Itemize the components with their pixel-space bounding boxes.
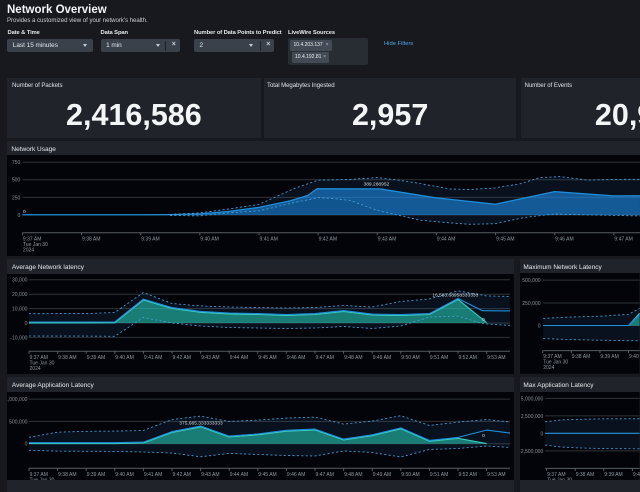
svg-text:9:42 AM: 9:42 AM bbox=[319, 236, 337, 242]
svg-text:9:39 AM: 9:39 AM bbox=[605, 471, 623, 477]
svg-text:9:49 AM: 9:49 AM bbox=[373, 354, 391, 360]
svg-text:500,000: 500,000 bbox=[523, 278, 542, 284]
svg-text:9:45 AM: 9:45 AM bbox=[258, 471, 276, 477]
svg-text:9:40 AM: 9:40 AM bbox=[633, 471, 640, 477]
svg-text:9:44 AM: 9:44 AM bbox=[437, 236, 455, 242]
svg-text:0: 0 bbox=[541, 431, 544, 437]
svg-text:9:48 AM: 9:48 AM bbox=[344, 471, 362, 477]
svg-text:9:40 AM: 9:40 AM bbox=[115, 471, 133, 477]
svg-text:9:50 AM: 9:50 AM bbox=[401, 354, 419, 360]
svg-text:9:41 AM: 9:41 AM bbox=[144, 354, 162, 360]
svg-text:9:47 AM: 9:47 AM bbox=[315, 354, 333, 360]
svg-text:0: 0 bbox=[538, 324, 541, 330]
svg-text:9:38 AM: 9:38 AM bbox=[576, 471, 594, 477]
svg-text:750: 750 bbox=[12, 160, 21, 166]
svg-text:9:50 AM: 9:50 AM bbox=[401, 471, 419, 477]
svg-text:389.288952: 389.288952 bbox=[364, 181, 390, 187]
svg-text:9:45 AM: 9:45 AM bbox=[258, 354, 276, 360]
svg-text:9:38 AM: 9:38 AM bbox=[82, 236, 100, 242]
svg-text:9:44 AM: 9:44 AM bbox=[230, 354, 248, 360]
svg-text:9:38 AM: 9:38 AM bbox=[58, 471, 76, 477]
svg-text:5,000,000: 5,000,000 bbox=[521, 396, 544, 402]
svg-text:9:46 AM: 9:46 AM bbox=[287, 354, 305, 360]
svg-text:2024: 2024 bbox=[544, 365, 555, 371]
svg-text:9:40 AM: 9:40 AM bbox=[629, 354, 640, 360]
svg-text:500,000: 500,000 bbox=[9, 419, 28, 425]
svg-text:9:52 AM: 9:52 AM bbox=[458, 471, 476, 477]
svg-text:9:47 AM: 9:47 AM bbox=[614, 236, 632, 242]
svg-text:9:52 AM: 9:52 AM bbox=[458, 354, 476, 360]
svg-text:9:44 AM: 9:44 AM bbox=[230, 471, 248, 477]
svg-text:9:39 AM: 9:39 AM bbox=[87, 354, 105, 360]
svg-text:9:40 AM: 9:40 AM bbox=[200, 236, 218, 242]
svg-text:2024: 2024 bbox=[23, 247, 34, 253]
svg-text:9:43 AM: 9:43 AM bbox=[378, 236, 396, 242]
svg-text:9:47 AM: 9:47 AM bbox=[315, 471, 333, 477]
svg-text:9:42 AM: 9:42 AM bbox=[172, 354, 190, 360]
svg-text:9:53 AM: 9:53 AM bbox=[487, 354, 505, 360]
svg-text:0: 0 bbox=[25, 320, 28, 326]
svg-text:0: 0 bbox=[25, 441, 28, 447]
svg-text:2,500,000: 2,500,000 bbox=[521, 413, 544, 419]
svg-text:375,685.333333333: 375,685.333333333 bbox=[179, 420, 223, 426]
svg-text:9:51 AM: 9:51 AM bbox=[430, 354, 448, 360]
svg-text:2024: 2024 bbox=[29, 365, 40, 371]
svg-text:9:46 AM: 9:46 AM bbox=[287, 471, 305, 477]
svg-text:9:38 AM: 9:38 AM bbox=[572, 354, 590, 360]
svg-text:9:48 AM: 9:48 AM bbox=[344, 354, 362, 360]
svg-text:9:53 AM: 9:53 AM bbox=[487, 471, 505, 477]
svg-text:0: 0 bbox=[482, 432, 485, 438]
svg-text:16,583.68958333333: 16,583.68958333333 bbox=[432, 292, 478, 298]
svg-text:30,000: 30,000 bbox=[12, 277, 28, 283]
svg-text:9:51 AM: 9:51 AM bbox=[430, 471, 448, 477]
svg-text:9:49 AM: 9:49 AM bbox=[373, 471, 391, 477]
svg-text:9:41 AM: 9:41 AM bbox=[144, 471, 162, 477]
svg-text:9:46 AM: 9:46 AM bbox=[555, 236, 573, 242]
svg-text:-2,500,000: -2,500,000 bbox=[520, 448, 543, 454]
svg-text:0: 0 bbox=[17, 212, 20, 218]
svg-text:9:45 AM: 9:45 AM bbox=[496, 236, 514, 242]
svg-text:10,000: 10,000 bbox=[12, 306, 28, 312]
svg-text:0: 0 bbox=[23, 209, 26, 215]
svg-text:500: 500 bbox=[12, 177, 21, 183]
svg-text:9:42 AM: 9:42 AM bbox=[172, 471, 190, 477]
svg-text:9:39 AM: 9:39 AM bbox=[601, 354, 619, 360]
svg-text:20,000: 20,000 bbox=[12, 292, 28, 298]
svg-text:0: 0 bbox=[482, 316, 485, 322]
svg-text:-10,000: -10,000 bbox=[10, 335, 27, 341]
svg-text:9:43 AM: 9:43 AM bbox=[201, 471, 219, 477]
svg-text:9:43 AM: 9:43 AM bbox=[201, 354, 219, 360]
svg-text:9:41 AM: 9:41 AM bbox=[260, 236, 278, 242]
svg-text:9:39 AM: 9:39 AM bbox=[87, 471, 105, 477]
svg-text:9:39 AM: 9:39 AM bbox=[141, 236, 159, 242]
svg-text:250: 250 bbox=[12, 195, 21, 201]
svg-text:9:40 AM: 9:40 AM bbox=[115, 354, 133, 360]
svg-text:9:38 AM: 9:38 AM bbox=[58, 354, 76, 360]
svg-text:1,000,000: 1,000,000 bbox=[7, 397, 28, 403]
svg-text:250,000: 250,000 bbox=[523, 301, 542, 307]
